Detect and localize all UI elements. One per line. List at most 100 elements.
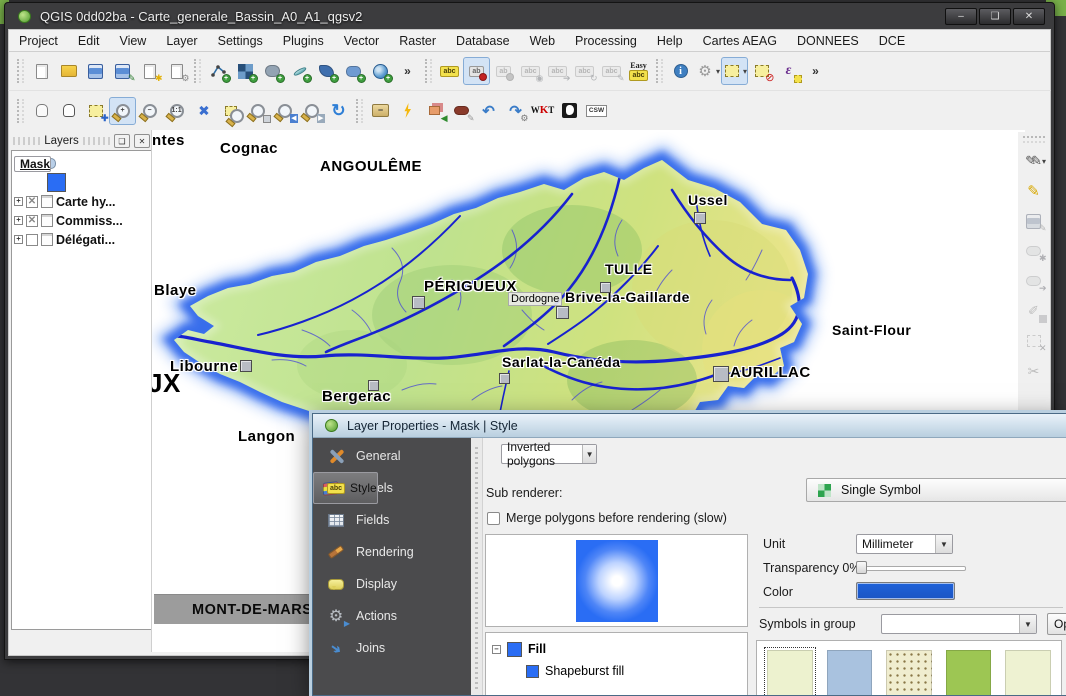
- zoom-native-button[interactable]: 1:1: [163, 97, 190, 125]
- save-layer-edits-button[interactable]: ✎: [1020, 207, 1047, 235]
- toolbar-handle[interactable]: [17, 99, 24, 123]
- identify-features-button[interactable]: i: [667, 57, 694, 85]
- hat-feather-button[interactable]: ✎: [448, 97, 475, 125]
- zoom-last-button[interactable]: ◀: [271, 97, 298, 125]
- toolbar-overflow-button[interactable]: »: [802, 57, 829, 85]
- menu-item-view[interactable]: View: [109, 31, 156, 51]
- maximize-button[interactable]: ❑: [979, 8, 1011, 25]
- symbol-tree-root-row[interactable]: − Fill: [492, 638, 741, 660]
- saved-symbol-swatch[interactable]: [767, 650, 813, 696]
- archive-button[interactable]: −: [367, 97, 394, 125]
- add-feature-button[interactable]: ✱: [1020, 237, 1047, 265]
- toolbar-handle[interactable]: [356, 99, 363, 123]
- move-feature-button[interactable]: ➔: [1020, 267, 1047, 295]
- menu-item-dce[interactable]: DCE: [869, 31, 915, 51]
- menu-item-edit[interactable]: Edit: [68, 31, 110, 51]
- symbol-tree-child-row[interactable]: Shapeburst fill: [492, 660, 741, 682]
- tab-fields[interactable]: Fields: [313, 504, 471, 536]
- saved-symbol-swatch[interactable]: [886, 650, 932, 696]
- layer-name[interactable]: Délégati...: [56, 233, 115, 247]
- dialog-title-bar[interactable]: Layer Properties - Mask | Style: [313, 414, 1066, 438]
- layer-symbol-row[interactable]: [14, 174, 149, 191]
- panel-handle[interactable]: [83, 137, 110, 145]
- layers-panel-header[interactable]: Layers ❑ ✕: [11, 132, 152, 150]
- saved-symbol-swatch[interactable]: [827, 650, 873, 696]
- add-spatialite-layer-button[interactable]: +: [286, 57, 313, 85]
- wkt-button[interactable]: WKT: [529, 97, 556, 125]
- title-bar[interactable]: QGIS 0dd02ba - Carte_generale_Bassin_A0_…: [8, 3, 1051, 29]
- menu-item-raster[interactable]: Raster: [389, 31, 446, 51]
- tab-display[interactable]: Display: [313, 568, 471, 600]
- csw-metasearch-button[interactable]: CSW: [583, 97, 610, 125]
- select-by-expression-button[interactable]: ε: [775, 57, 802, 85]
- new-project-button[interactable]: [28, 57, 55, 85]
- panel-float-button[interactable]: ❑: [114, 134, 130, 148]
- layer-name[interactable]: Mask: [14, 156, 51, 172]
- saved-symbol-swatch[interactable]: [1005, 650, 1051, 696]
- add-mssql-layer-button[interactable]: +: [313, 57, 340, 85]
- unit-select[interactable]: Millimeter ▼: [856, 534, 953, 554]
- toolbar-handle[interactable]: [656, 59, 663, 83]
- layer-name[interactable]: Carte hy...: [56, 195, 116, 209]
- expand-toggle[interactable]: +: [14, 197, 23, 206]
- zoom-to-selection-button[interactable]: [217, 97, 244, 125]
- change-label-button[interactable]: abc✎: [598, 57, 625, 85]
- highlight-pinned-labels-button[interactable]: ab: [490, 57, 517, 85]
- zoom-out-button[interactable]: −: [136, 97, 163, 125]
- select-features-button[interactable]: ▾: [721, 57, 748, 85]
- new-print-composer-button[interactable]: ✱: [136, 57, 163, 85]
- expand-toggle[interactable]: +: [14, 216, 23, 225]
- menu-item-donnees[interactable]: DONNEES: [787, 31, 869, 51]
- menu-item-processing[interactable]: Processing: [565, 31, 647, 51]
- save-project-as-button[interactable]: ✎: [109, 57, 136, 85]
- toolbar-handle[interactable]: [425, 59, 432, 83]
- cut-features-button[interactable]: ✂: [1020, 357, 1047, 385]
- layer-visibility-checkbox[interactable]: [26, 234, 38, 246]
- menu-item-layer[interactable]: Layer: [156, 31, 207, 51]
- run-feature-action-button[interactable]: ⚙▾: [694, 57, 721, 85]
- current-edits-button[interactable]: ✎✎▾: [1020, 147, 1047, 175]
- panel-handle[interactable]: [13, 137, 40, 145]
- transparency-slider[interactable]: [856, 560, 966, 575]
- menu-item-vector[interactable]: Vector: [334, 31, 389, 51]
- rotate-label-button[interactable]: abc↻: [571, 57, 598, 85]
- tab-rendering[interactable]: Rendering: [313, 536, 471, 568]
- toolbar-handle[interactable]: [194, 59, 201, 83]
- add-vector-layer-button[interactable]: +: [205, 57, 232, 85]
- zoom-next-button[interactable]: ▶: [298, 97, 325, 125]
- chevron-down-icon[interactable]: ▼: [1019, 615, 1036, 633]
- slider-handle[interactable]: [856, 561, 867, 574]
- menu-item-cartes-aeag[interactable]: Cartes AEAG: [693, 31, 787, 51]
- scrollbar[interactable]: [471, 438, 483, 695]
- undo-button[interactable]: ↶: [475, 97, 502, 125]
- layer-item[interactable]: + Délégati...: [14, 231, 149, 248]
- layer-visibility-checkbox[interactable]: ✕: [26, 196, 38, 208]
- color-button[interactable]: [856, 582, 955, 600]
- tab-joins[interactable]: ➔Joins: [313, 632, 471, 664]
- toolbar-handle[interactable]: [1023, 136, 1045, 143]
- layer-visibility-checkbox[interactable]: ✕: [26, 215, 38, 227]
- deselect-all-button[interactable]: ⊘: [748, 57, 775, 85]
- expand-toggle[interactable]: +: [14, 235, 23, 244]
- labeling-button[interactable]: abc: [436, 57, 463, 85]
- toolbar-handle[interactable]: [17, 59, 24, 83]
- add-wms-layer-button[interactable]: +: [367, 57, 394, 85]
- menu-item-project[interactable]: Project: [9, 31, 68, 51]
- saved-symbol-swatch[interactable]: [946, 650, 992, 696]
- africa-plugin-button[interactable]: [556, 97, 583, 125]
- layer-item[interactable]: +✕ Commiss...: [14, 212, 149, 229]
- open-library-button[interactable]: Ope: [1047, 613, 1066, 635]
- chevron-down-icon[interactable]: ▼: [935, 535, 952, 553]
- layer-name[interactable]: Commiss...: [56, 214, 123, 228]
- zoom-to-layer-button[interactable]: [244, 97, 271, 125]
- tab-actions[interactable]: ⚙▶Actions: [313, 600, 471, 632]
- pan-to-selection-button[interactable]: ✚: [82, 97, 109, 125]
- symbols-group-select[interactable]: ▼: [881, 614, 1037, 634]
- menu-item-web[interactable]: Web: [520, 31, 565, 51]
- panel-close-button[interactable]: ✕: [134, 134, 150, 148]
- open-project-button[interactable]: [55, 57, 82, 85]
- move-label-button[interactable]: abc➔: [544, 57, 571, 85]
- menu-item-help[interactable]: Help: [647, 31, 693, 51]
- zoom-full-button[interactable]: ✚: [190, 97, 217, 125]
- refresh-map-button[interactable]: ↻: [325, 97, 352, 125]
